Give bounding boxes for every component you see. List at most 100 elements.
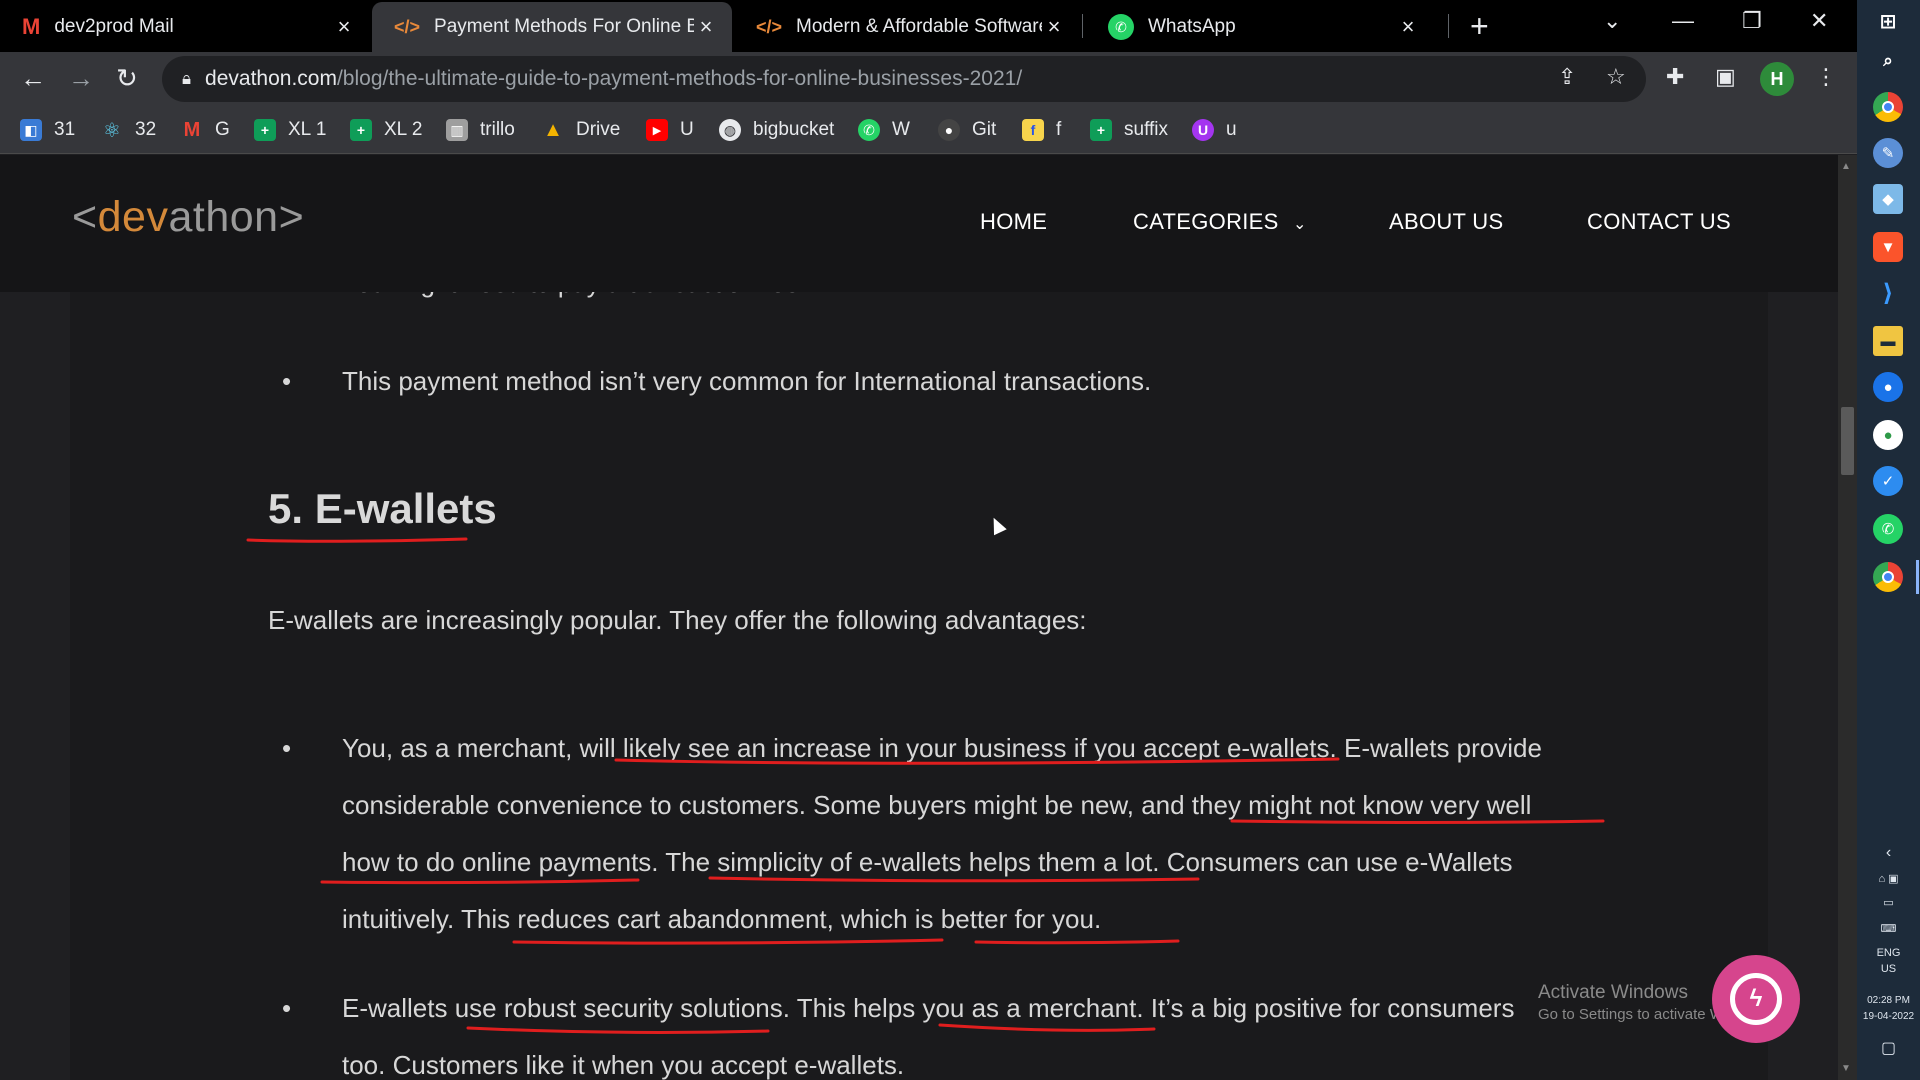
- profile-avatar[interactable]: H: [1760, 62, 1794, 96]
- address-bar[interactable]: 🔒︎ devathon.com/blog/the-ultimate-guide-…: [162, 56, 1646, 102]
- new-tab-button[interactable]: +: [1470, 8, 1489, 44]
- bookmark-bigbucket[interactable]: ◍ bigbucket: [719, 116, 834, 144]
- bookmark-git[interactable]: ● Git: [938, 116, 996, 144]
- tab-whatsapp[interactable]: ✆ WhatsApp ×: [1086, 2, 1434, 52]
- reload-icon[interactable]: ↻: [116, 62, 138, 94]
- bookmark-u[interactable]: ▶ U: [646, 116, 694, 144]
- share-icon[interactable]: ⇪: [1558, 64, 1576, 90]
- brave-icon[interactable]: ▼: [1873, 232, 1903, 262]
- bookmark-suffix[interactable]: + suffix: [1090, 116, 1168, 144]
- bookmark-star-icon[interactable]: ☆: [1606, 64, 1626, 90]
- article-body: • You might need to pay a transaction fe…: [70, 155, 1768, 1080]
- display-icon[interactable]: ▭: [1857, 896, 1920, 910]
- list-item-text: This payment method isn’t very common fo…: [342, 366, 1152, 396]
- site-header: <devathon> HOME CATEGORIES ⌄ ABOUT US CO…: [0, 155, 1838, 292]
- close-icon[interactable]: ×: [332, 14, 356, 40]
- trello-icon: ▥: [446, 119, 468, 141]
- page-scrollbar[interactable]: ▲ ▼: [1838, 155, 1857, 1080]
- bookmark-w[interactable]: ✆ W: [858, 116, 910, 144]
- react-icon: ⚛: [103, 119, 121, 142]
- globe-icon: ◍: [719, 119, 741, 141]
- tab-modern-software[interactable]: </> Modern & Affordable Software D ×: [734, 2, 1080, 52]
- forward-icon[interactable]: →: [68, 62, 94, 94]
- minimize-icon[interactable]: —: [1672, 8, 1694, 34]
- side-panel-icon[interactable]: ▣: [1715, 64, 1736, 90]
- bookmarks-bar: ◧ 31 ⚛ 32 MG + XL 1 + XL 2 ▥ trillo ▲ Drive ▶ U…: [0, 106, 1857, 154]
- app-icon[interactable]: ◆: [1873, 184, 1903, 214]
- chrome-profile-icon[interactable]: [1873, 562, 1903, 592]
- clock-time[interactable]: 02:28 PM: [1857, 994, 1920, 1008]
- chrome-icon[interactable]: [1873, 92, 1903, 122]
- messenger-chat-button[interactable]: ϟ: [1712, 955, 1800, 1043]
- app-icon[interactable]: ●: [1873, 420, 1903, 450]
- bookmark-31[interactable]: ◧ 31: [20, 116, 75, 144]
- sheets-icon: +: [254, 119, 276, 141]
- tab-title: WhatsApp: [1148, 16, 1236, 37]
- intro-paragraph: E-wallets are increasingly popular. They…: [268, 605, 1087, 635]
- bookmark-u-udemy[interactable]: Uu: [1192, 116, 1237, 144]
- active-app-indicator: [1916, 560, 1919, 594]
- region-label[interactable]: US: [1857, 962, 1920, 976]
- whatsapp-icon[interactable]: ✆: [1873, 514, 1903, 544]
- bookmark-trillo[interactable]: ▥ trillo: [446, 116, 515, 144]
- site-logo[interactable]: <devathon>: [72, 193, 304, 242]
- search-icon[interactable]: ⌕: [1873, 46, 1903, 76]
- list-line: E-wallets use robust security solutions.…: [342, 993, 1515, 1023]
- vscode-icon[interactable]: ⟩: [1873, 278, 1903, 308]
- tab-separator: [1448, 14, 1449, 38]
- code-icon: </>: [756, 16, 783, 37]
- tab-separator: [1082, 14, 1083, 38]
- tab-title: dev2prod Mail: [54, 16, 174, 37]
- sheets-icon: +: [1090, 119, 1112, 141]
- keyboard-icon[interactable]: ⌨: [1857, 922, 1920, 936]
- close-icon[interactable]: ×: [694, 14, 718, 40]
- nav-about-us[interactable]: ABOUT US: [1389, 209, 1503, 235]
- youtube-icon: ▶: [646, 119, 668, 141]
- menu-icon[interactable]: ⋮: [1815, 64, 1837, 90]
- udemy-icon: U: [1192, 119, 1214, 141]
- drive-icon: ▲: [543, 118, 563, 141]
- close-icon[interactable]: ×: [1396, 14, 1420, 40]
- language-label[interactable]: ENG: [1857, 946, 1920, 960]
- scroll-down-icon[interactable]: ▼: [1841, 1063, 1851, 1074]
- tab-bar: M dev2prod Mail × </> Payment Methods Fo…: [0, 0, 1857, 52]
- bookmark-g[interactable]: MG: [181, 116, 230, 144]
- app-icon[interactable]: ✎: [1873, 138, 1903, 168]
- nav-categories[interactable]: CATEGORIES ⌄: [1133, 209, 1307, 235]
- flipkart-icon: f: [1022, 119, 1044, 141]
- back-icon[interactable]: ←: [20, 62, 46, 94]
- tab-mail[interactable]: M dev2prod Mail ×: [0, 2, 370, 52]
- close-icon[interactable]: ×: [1042, 14, 1066, 40]
- tab-payment-methods[interactable]: </> Payment Methods For Online Bu ×: [372, 2, 732, 52]
- list-item: • You, as a merchant, will likely see an…: [282, 720, 1632, 948]
- nav-home[interactable]: HOME: [980, 209, 1047, 235]
- list-line: how to do online payments. The simplicit…: [342, 847, 1513, 877]
- list-line: too. Customers like it when you accept e…: [342, 1050, 905, 1080]
- network-icon[interactable]: ⌂ ▣: [1857, 872, 1920, 886]
- bookmark-xl1[interactable]: + XL 1: [254, 116, 326, 144]
- windows-taskbar: ⊞ ⌕ ✎ ◆ ▼ ⟩ ▬ ● ● ✓ ✆ ‹ ⌂ ▣ ▭ ⌨ ENG US 0…: [1857, 0, 1920, 1080]
- tab-title: Modern & Affordable Software D: [796, 16, 1042, 37]
- list-item: • E-wallets use robust security solution…: [282, 980, 1632, 1080]
- maps-icon[interactable]: ●: [1873, 372, 1903, 402]
- bookmark-drive[interactable]: ▲ Drive: [542, 116, 620, 144]
- bookmark-f[interactable]: ff: [1022, 116, 1061, 144]
- restore-icon[interactable]: ❐: [1742, 8, 1762, 34]
- bookmark-32[interactable]: ⚛ 32: [101, 116, 156, 144]
- nav-contact-us[interactable]: CONTACT US: [1587, 209, 1731, 235]
- app-icon[interactable]: ✓: [1873, 466, 1903, 496]
- whatsapp-icon: ✆: [1108, 14, 1134, 40]
- clock-date[interactable]: 19-04-2022: [1857, 1010, 1920, 1024]
- close-window-icon[interactable]: ✕: [1810, 8, 1828, 34]
- file-explorer-icon[interactable]: ▬: [1873, 326, 1903, 356]
- tab-search-icon[interactable]: ⌄: [1603, 8, 1621, 34]
- bookmark-31-icon: ◧: [20, 119, 42, 141]
- chevron-left-icon[interactable]: ‹: [1857, 845, 1920, 861]
- extensions-icon[interactable]: ✚: [1666, 64, 1684, 90]
- scroll-up-icon[interactable]: ▲: [1841, 161, 1851, 172]
- github-icon: ●: [938, 119, 960, 141]
- scrollbar-thumb[interactable]: [1841, 407, 1854, 475]
- notification-icon[interactable]: ▢: [1857, 1041, 1920, 1057]
- bookmark-xl2[interactable]: + XL 2: [350, 116, 422, 144]
- windows-start-icon[interactable]: ⊞: [1873, 6, 1903, 36]
